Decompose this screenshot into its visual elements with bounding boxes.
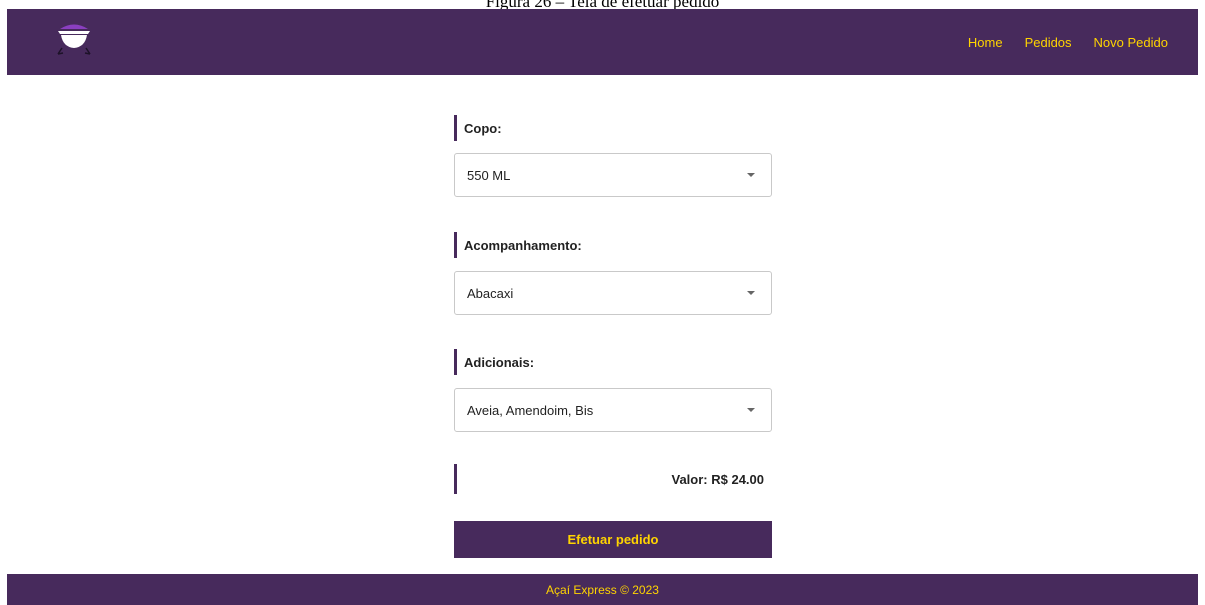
chevron-down-icon (747, 291, 755, 295)
navbar: Home Pedidos Novo Pedido (7, 9, 1198, 75)
acompanhamento-label: Acompanhamento: (454, 232, 772, 258)
acai-bowl-icon[interactable] (54, 21, 94, 59)
nav-link-pedidos[interactable]: Pedidos (1025, 35, 1072, 50)
efetuar-pedido-button[interactable]: Efetuar pedido (454, 521, 772, 558)
adicionais-label: Adicionais: (454, 349, 772, 375)
copo-select-value: 550 ML (467, 167, 511, 183)
nav-link-home[interactable]: Home (968, 35, 1003, 50)
acompanhamento-select[interactable]: Abacaxi (454, 271, 772, 315)
nav-links: Home Pedidos Novo Pedido (968, 9, 1168, 75)
footer: Açaí Express © 2023 (7, 574, 1198, 605)
acompanhamento-select-value: Abacaxi (467, 285, 514, 301)
nav-link-novo-pedido[interactable]: Novo Pedido (1094, 35, 1168, 50)
copo-select[interactable]: 550 ML (454, 153, 772, 197)
chevron-down-icon (747, 173, 755, 177)
adicionais-select-value: Aveia, Amendoim, Bis (467, 402, 594, 418)
copo-label: Copo: (454, 115, 772, 141)
adicionais-select[interactable]: Aveia, Amendoim, Bis (454, 388, 772, 432)
order-total: Valor: R$ 24.00 (454, 464, 772, 494)
chevron-down-icon (747, 408, 755, 412)
